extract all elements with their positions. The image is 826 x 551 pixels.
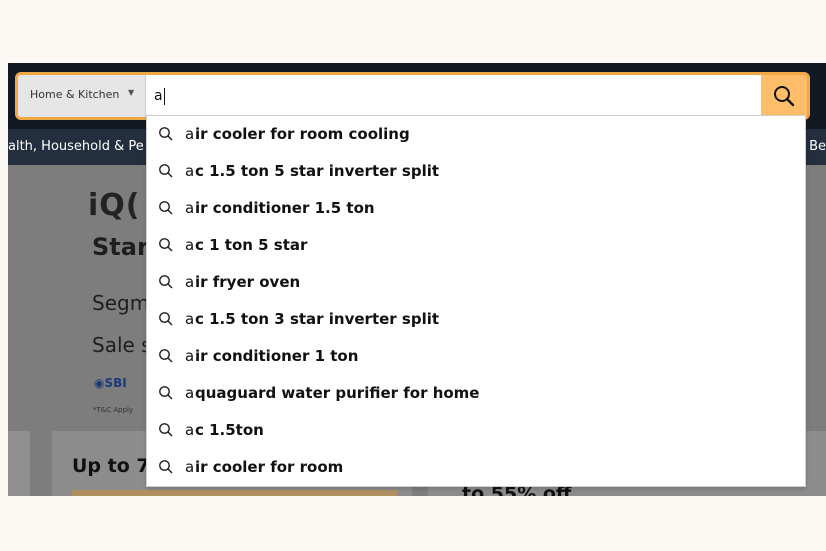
search-icon	[159, 238, 173, 252]
suggestion-item[interactable]: a c 1 ton 5 star	[147, 227, 805, 264]
suggestion-item[interactable]: a c 1.5ton	[147, 412, 805, 449]
suggestion-text: ir conditioner 1 ton	[195, 347, 359, 365]
search-icon	[159, 127, 173, 141]
bank-offer-logo: ◉SBI	[94, 376, 127, 390]
suggestion-item[interactable]: a c 1.5 ton 3 star inverter split	[147, 301, 805, 338]
suggestion-prefix: a	[185, 162, 195, 180]
suggestion-item[interactable]: a ir cooler for room cooling	[147, 116, 805, 153]
deal-card-image	[72, 490, 398, 496]
nav-link-beauty[interactable]: Be	[809, 129, 826, 165]
suggestion-text: ir fryer oven	[195, 273, 301, 291]
suggestion-text: c 1 ton 5 star	[195, 236, 308, 254]
caret-down-icon: ▼	[128, 88, 135, 97]
banner-brand-logo: iQ(	[88, 188, 141, 223]
search-icon	[159, 349, 173, 363]
suggestion-text: c 1.5 ton 3 star inverter split	[195, 310, 440, 328]
suggestion-prefix: a	[185, 236, 195, 254]
category-select[interactable]: Home & Kitchen ▼	[18, 75, 146, 117]
search-icon	[159, 312, 173, 326]
suggestion-item[interactable]: a c 1.5 ton 5 star inverter split	[147, 153, 805, 190]
suggestion-prefix: a	[185, 458, 195, 476]
search-input[interactable]	[148, 75, 764, 117]
suggestion-prefix: a	[185, 347, 195, 365]
category-label: Home & Kitchen	[30, 88, 120, 101]
deal-card-left[interactable]	[8, 431, 30, 496]
nav-link-health-household[interactable]: alth, Household & Pe	[8, 129, 144, 165]
banner-text-line: Sale s	[92, 333, 152, 357]
suggestion-prefix: a	[185, 125, 195, 143]
suggestion-item[interactable]: a ir fryer oven	[147, 264, 805, 301]
suggestion-prefix: a	[185, 384, 195, 402]
search-icon	[159, 275, 173, 289]
search-suggestions-dropdown: a ir cooler for room cooling a c 1.5 ton…	[146, 115, 806, 487]
search-icon	[159, 423, 173, 437]
suggestion-item[interactable]: a ir cooler for room	[147, 449, 805, 486]
search-bar: Home & Kitchen ▼	[15, 72, 810, 120]
amazon-page: alth, Household & Pe Be iQ( Star Segm Sa…	[8, 63, 826, 496]
bank-name: SBI	[104, 376, 127, 390]
text-cursor	[164, 88, 165, 105]
search-button[interactable]	[761, 75, 807, 117]
suggestion-text: ir cooler for room	[195, 458, 344, 476]
suggestion-text: c 1.5 ton 5 star inverter split	[195, 162, 440, 180]
suggestion-text: c 1.5ton	[195, 421, 264, 439]
suggestion-item[interactable]: a ir conditioner 1.5 ton	[147, 190, 805, 227]
deal-card-title: Up to 7	[72, 455, 150, 477]
suggestion-text: ir conditioner 1.5 ton	[195, 199, 375, 217]
suggestion-item[interactable]: a quaguard water purifier for home	[147, 375, 805, 412]
suggestion-prefix: a	[185, 199, 195, 217]
search-icon	[159, 201, 173, 215]
search-icon	[774, 86, 795, 107]
suggestion-item[interactable]: a ir conditioner 1 ton	[147, 338, 805, 375]
suggestion-prefix: a	[185, 310, 195, 328]
suggestion-prefix: a	[185, 273, 195, 291]
suggestion-prefix: a	[185, 421, 195, 439]
terms-note: *T&C Apply	[93, 406, 134, 414]
banner-headline: Star	[92, 233, 149, 261]
search-icon	[159, 460, 173, 474]
suggestion-text: quaguard water purifier for home	[195, 384, 480, 402]
suggestion-text: ir cooler for room cooling	[195, 125, 410, 143]
search-icon	[159, 386, 173, 400]
banner-text-line: Segm	[92, 291, 150, 315]
search-icon	[159, 164, 173, 178]
